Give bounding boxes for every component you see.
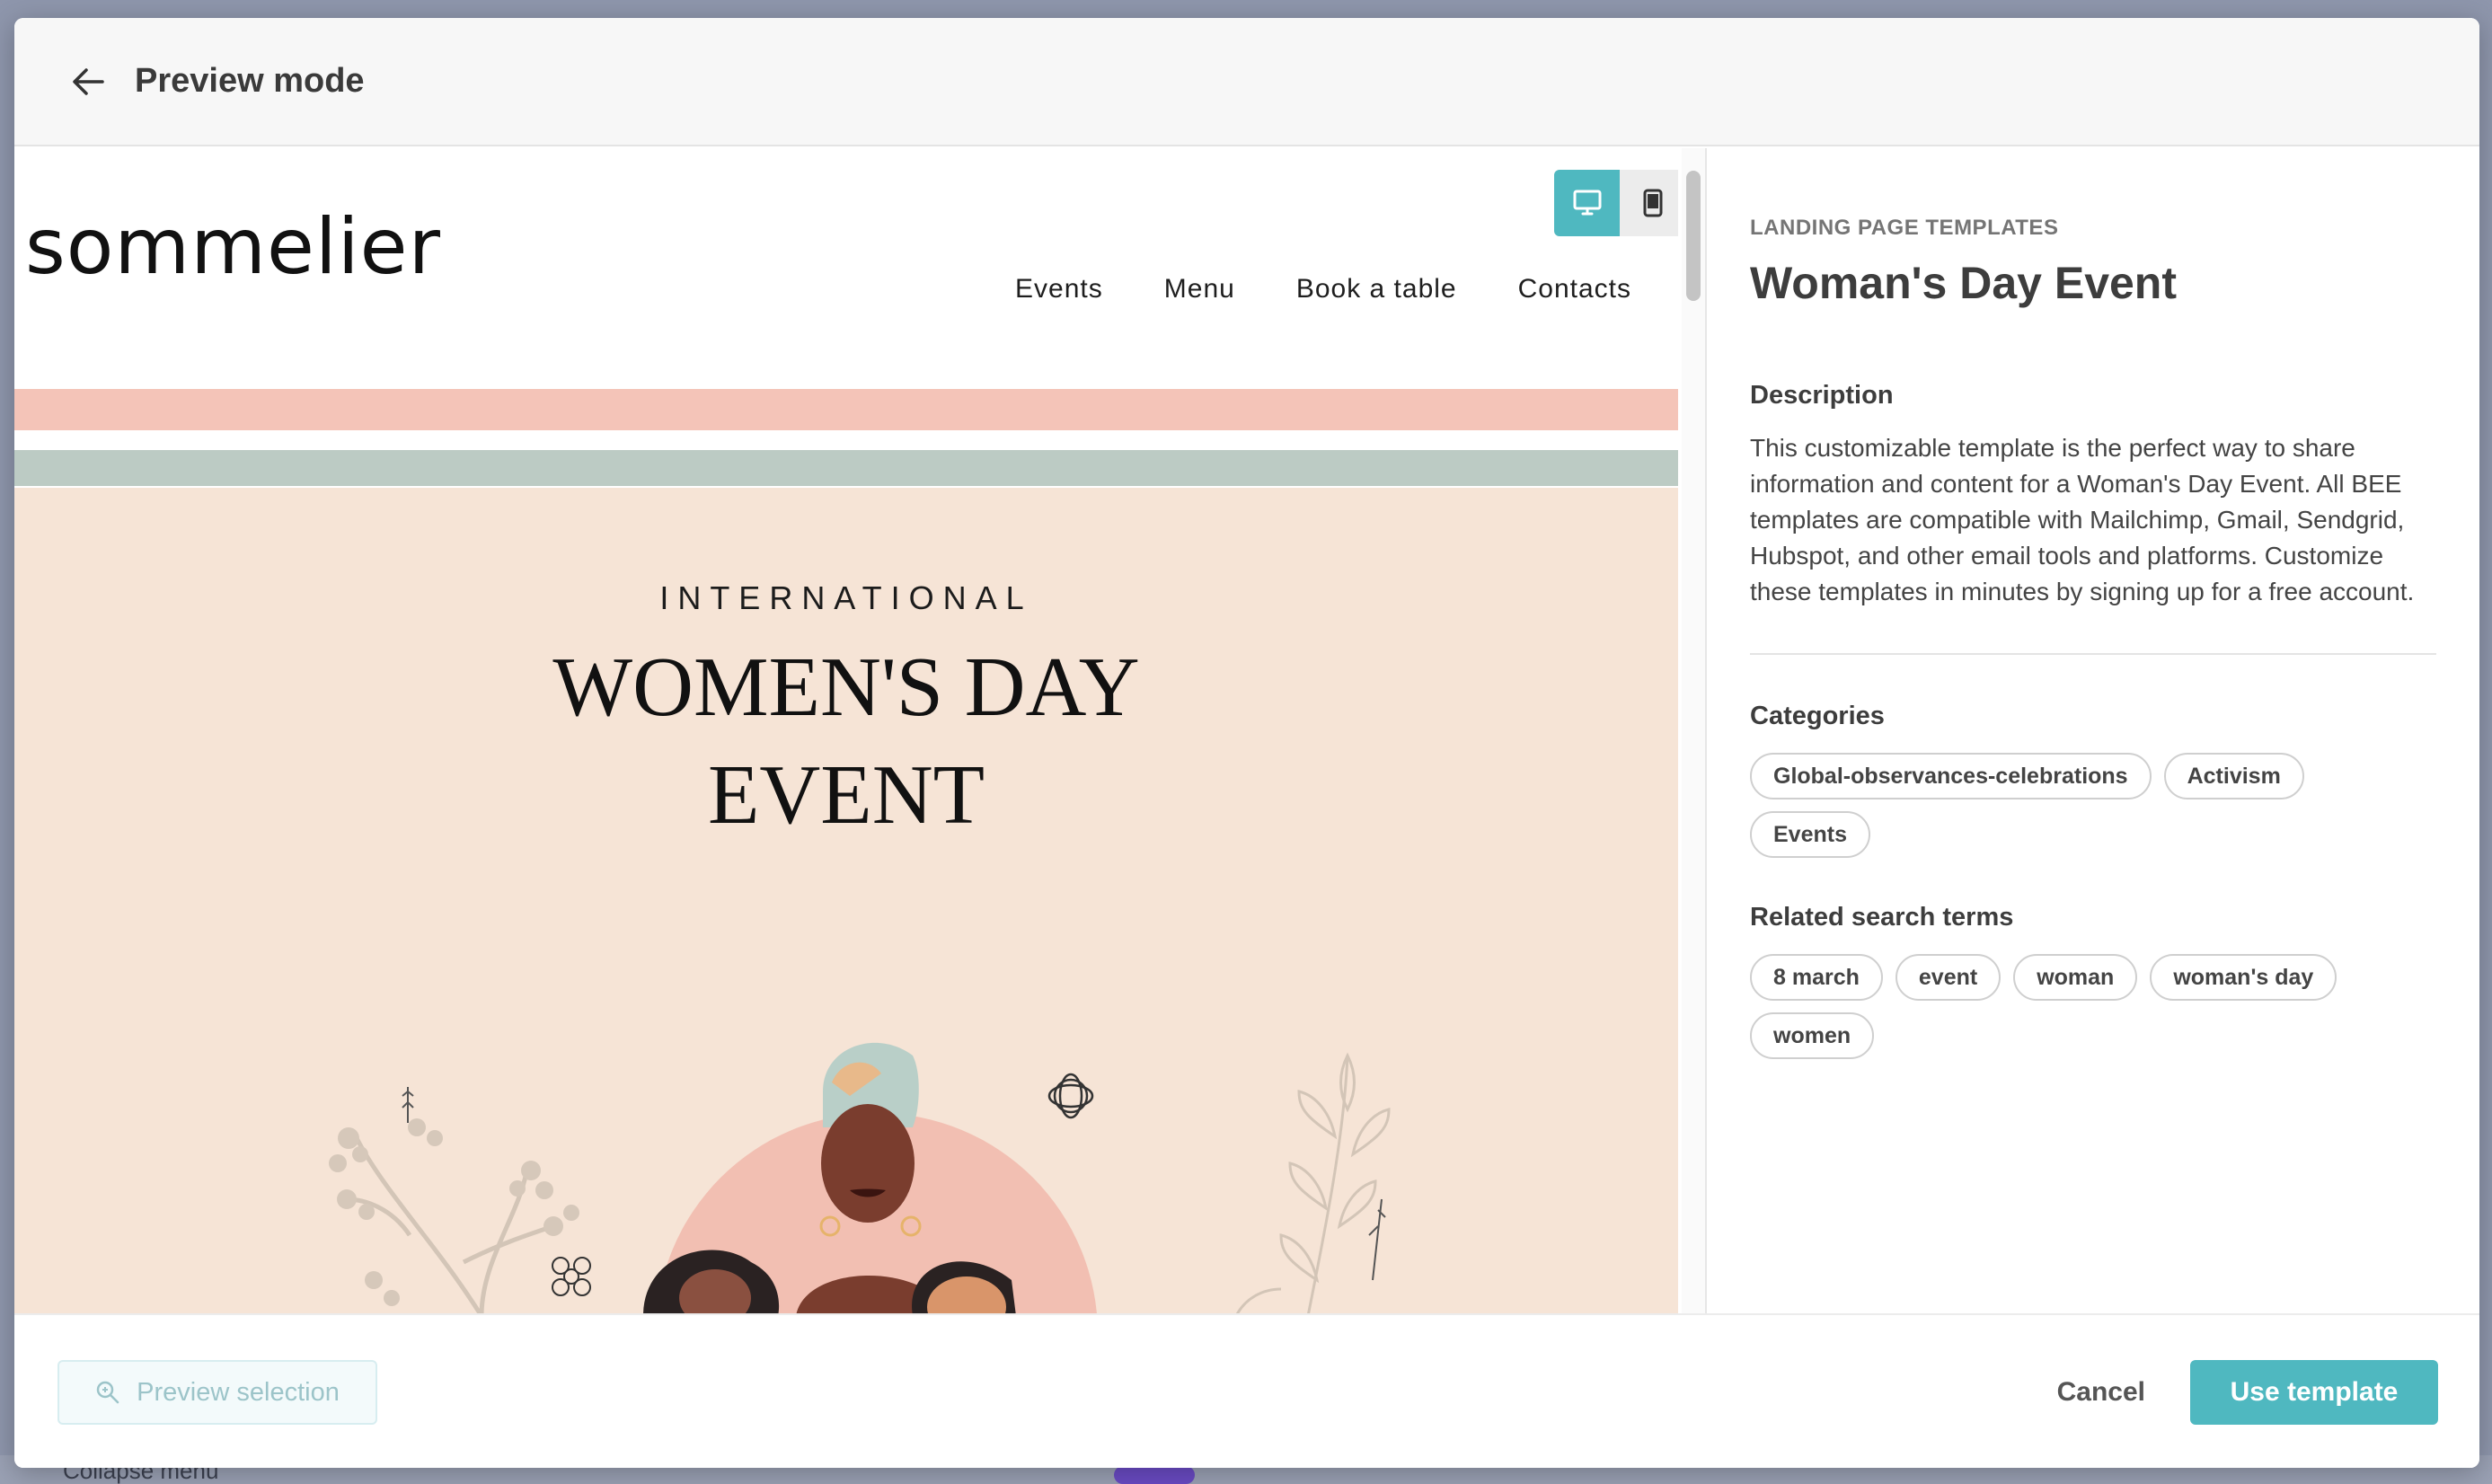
modal-footer: Preview selection Cancel Use template bbox=[14, 1313, 2479, 1468]
preview-selection-button[interactable]: Preview selection bbox=[57, 1360, 377, 1425]
term-chip[interactable]: woman's day bbox=[2150, 954, 2337, 1001]
site-nav: Events Menu Book a table Contacts bbox=[1015, 274, 1631, 305]
womens-day-illustration bbox=[329, 1042, 1391, 1313]
site-logo: sommelier bbox=[25, 202, 441, 292]
category-chip[interactable]: Activism bbox=[2163, 753, 2304, 799]
cancel-button[interactable]: Cancel bbox=[2057, 1360, 2145, 1425]
use-template-button[interactable]: Use template bbox=[2190, 1360, 2438, 1425]
term-chip[interactable]: event bbox=[1895, 954, 2002, 1001]
template-type-label: LANDING PAGE TEMPLATES bbox=[1750, 216, 2059, 240]
desktop-view-button[interactable] bbox=[1554, 170, 1620, 236]
template-preview[interactable]: sommelier Events Menu Book a table Conta… bbox=[14, 148, 1678, 1313]
term-chips: 8 march event woman woman's day women bbox=[1750, 954, 2436, 1059]
categories-heading: Categories bbox=[1750, 702, 1885, 730]
hero-supertitle: INTERNATIONAL bbox=[659, 579, 1033, 616]
template-title: Woman's Day Event bbox=[1750, 258, 2177, 308]
template-info-panel: LANDING PAGE TEMPLATES Woman's Day Event… bbox=[1707, 148, 2479, 1313]
preview-modal: Preview mode sommelier Events Menu Book … bbox=[14, 18, 2479, 1468]
hero-title-line1: WOMEN'S DAY bbox=[552, 640, 1140, 734]
nav-item-book-a-table[interactable]: Book a table bbox=[1296, 274, 1457, 305]
term-chip[interactable]: 8 march bbox=[1750, 954, 1883, 1001]
modal-header: Preview mode bbox=[14, 18, 2479, 146]
mobile-icon bbox=[1643, 189, 1662, 217]
preview-scrollbar[interactable] bbox=[1682, 148, 1705, 1313]
nav-item-events[interactable]: Events bbox=[1015, 274, 1103, 305]
scrollbar-thumb[interactable] bbox=[1686, 171, 1701, 301]
description-text: This customizable template is the perfec… bbox=[1750, 434, 2415, 605]
arrow-left-icon bbox=[73, 67, 104, 95]
description-heading: Description bbox=[1750, 381, 1894, 410]
hero-title-line2: EVENT bbox=[707, 748, 985, 842]
back-button[interactable] bbox=[59, 53, 117, 110]
mobile-view-button[interactable] bbox=[1620, 170, 1678, 236]
page-title: Preview mode bbox=[135, 62, 365, 100]
desktop-icon bbox=[1573, 190, 1601, 216]
category-chip[interactable]: Global-observances-celebrations bbox=[1750, 753, 2152, 799]
zoom-icon bbox=[96, 1381, 119, 1404]
related-terms-heading: Related search terms bbox=[1750, 903, 2014, 932]
preview-selection-label: Preview selection bbox=[137, 1377, 340, 1407]
term-chip[interactable]: women bbox=[1750, 1012, 1875, 1059]
device-toggle bbox=[1554, 170, 1678, 236]
decorative-stripe-green bbox=[14, 450, 1678, 486]
nav-item-menu[interactable]: Menu bbox=[1164, 274, 1235, 305]
category-chips: Global-observances-celebrations Activism… bbox=[1750, 753, 2436, 858]
decorative-stripe-pink bbox=[14, 389, 1678, 430]
term-chip[interactable]: woman bbox=[2013, 954, 2138, 1001]
hero-title: WOMEN'S DAY EVENT bbox=[14, 633, 1678, 849]
category-chip[interactable]: Events bbox=[1750, 811, 1870, 858]
nav-item-contacts[interactable]: Contacts bbox=[1518, 274, 1631, 305]
landing-page-preview: sommelier Events Menu Book a table Conta… bbox=[14, 148, 1678, 1313]
section-divider bbox=[1750, 653, 2436, 655]
background-badge bbox=[1114, 1466, 1195, 1484]
